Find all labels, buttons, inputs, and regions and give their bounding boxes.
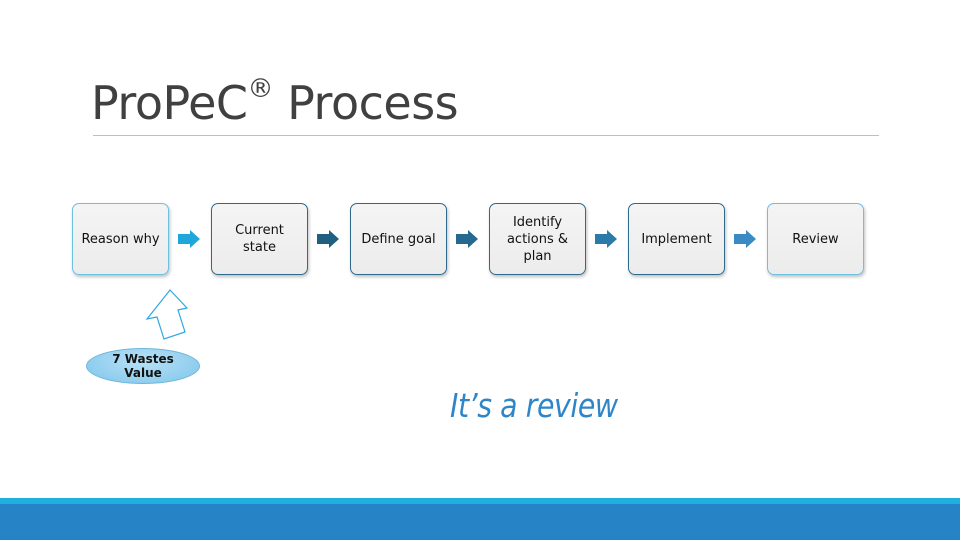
step-implement: Implement: [628, 203, 725, 275]
step-current-state: Current state: [211, 203, 308, 275]
arrow-up-outline-icon: [145, 289, 189, 340]
step-reason-why: Reason why: [72, 203, 169, 275]
arrow-right-icon: [178, 230, 200, 248]
title-divider: [93, 135, 879, 136]
footer-bar: [0, 504, 960, 540]
arrow-right-icon: [456, 230, 478, 248]
arrow-right-icon: [317, 230, 339, 248]
slide-title: ProPeC® Process: [91, 74, 459, 130]
step-define-goal: Define goal: [350, 203, 447, 275]
review-note: It’s a review: [450, 386, 618, 425]
title-text: ProPeC: [91, 76, 248, 130]
arrow-right-icon: [595, 230, 617, 248]
registered-mark: ®: [247, 74, 274, 104]
title-suffix: Process: [273, 76, 459, 130]
step-review: Review: [767, 203, 864, 275]
step-identify-actions: Identify actions & plan: [489, 203, 586, 275]
input-bubble-7-wastes-value: 7 Wastes Value: [86, 348, 200, 384]
arrow-right-icon: [734, 230, 756, 248]
